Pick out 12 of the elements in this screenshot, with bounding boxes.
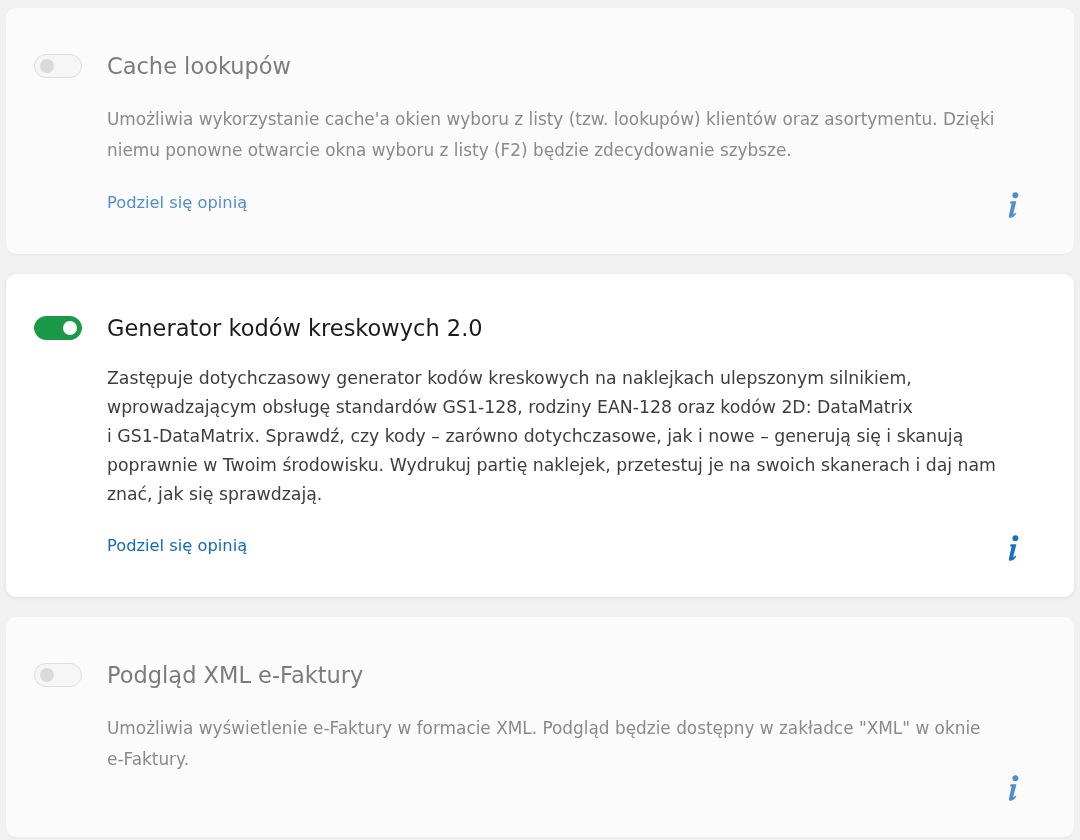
info-icon[interactable] xyxy=(1007,775,1019,801)
feedback-link[interactable]: Podziel się opinią xyxy=(107,192,248,214)
toggle-switch[interactable] xyxy=(34,316,82,340)
info-icon[interactable] xyxy=(1007,535,1019,561)
feedback-link[interactable]: Podziel się opinią xyxy=(107,535,248,557)
setting-title: Generator kodów kreskowych 2.0 xyxy=(107,314,483,342)
info-icon[interactable] xyxy=(1007,192,1019,218)
setting-description: Zastępuje dotychczasowy generator kodów kreskowych na naklejkach ulepszonym silnikiem, wprowadzającym obsługę standardów GS1-128, rodziny EAN-128 oraz kodów 2D: DataMatrix i GS1-DataMatrix. Sprawdź, czy kody – zarówno dotychczasowe, jak i nowe – generują się i skanują poprawnie w Twoim środowisku. Wydrukuj partię naklejek, przetestuj je na swoich skanerach i daj nam znać, jak się sprawdzają. xyxy=(107,367,997,506)
setting-title: Podgląd XML e-Faktury xyxy=(107,661,364,689)
setting-title: Cache lookupów xyxy=(107,52,291,80)
setting-description: Umożliwia wykorzystanie cache'a okien wyboru z listy (tzw. lookupów) klientów oraz asortymentu. Dzięki niemu ponowne otwarcie okna wyboru z listy (F2) będzie zdecydowanie szybsze. xyxy=(107,108,996,162)
setting-description: Umożliwia wyświetlenie e-Faktury w formacie XML. Podgląd będzie dostępny w zakładce "XML" w oknie e-Faktury. xyxy=(107,717,982,771)
